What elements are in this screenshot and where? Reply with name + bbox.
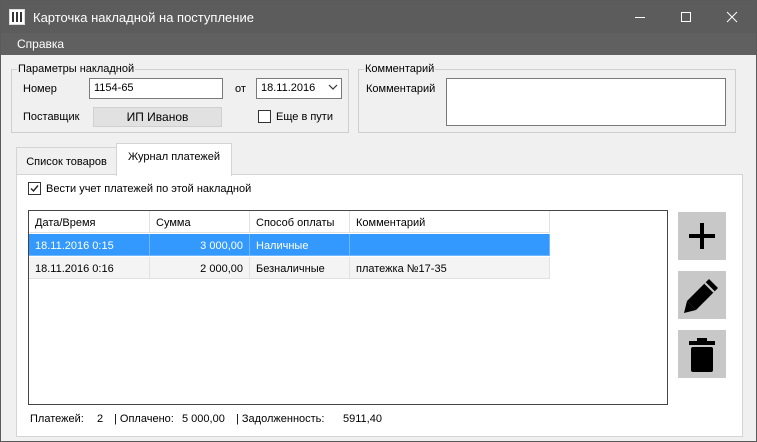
edit-icon bbox=[684, 279, 718, 313]
window-title: Карточка накладной на поступление bbox=[33, 10, 254, 25]
number-label: Номер bbox=[23, 83, 57, 95]
column-header-datetime[interactable]: Дата/Время bbox=[29, 211, 150, 233]
table-row[interactable]: 18.11.2016 0:15 3 000,00 Наличные bbox=[29, 234, 550, 256]
invoice-card-window: Карточка накладной на поступление Справк… bbox=[0, 0, 757, 442]
column-header-comment[interactable]: Комментарий bbox=[350, 211, 550, 233]
status-debt-value: 5911,40 bbox=[343, 413, 382, 425]
add-payment-button[interactable] bbox=[678, 212, 726, 260]
menu-bar: Справка bbox=[1, 33, 756, 55]
comment-legend: Комментарий bbox=[365, 63, 435, 75]
tab-payments-journal[interactable]: Журнал платежей bbox=[116, 143, 232, 176]
cell-amount: 2 000,00 bbox=[150, 257, 250, 279]
tab-products[interactable]: Список товаров bbox=[16, 147, 117, 174]
close-button[interactable] bbox=[709, 1, 755, 33]
maximize-button[interactable] bbox=[663, 1, 709, 33]
date-value: 18.11.2016 bbox=[261, 82, 316, 94]
date-label: от bbox=[235, 83, 246, 95]
maximize-icon bbox=[681, 12, 691, 22]
payments-grid[interactable]: Дата/Время Сумма Способ оплаты Комментар… bbox=[28, 210, 668, 405]
cell-datetime: 18.11.2016 0:15 bbox=[29, 234, 150, 256]
comment-textarea[interactable] bbox=[446, 78, 726, 126]
cell-method: Безналичные bbox=[250, 257, 350, 279]
cell-amount: 3 000,00 bbox=[150, 234, 250, 256]
track-payments-label: Вести учет платежей по этой накладной bbox=[46, 183, 252, 195]
chevron-down-icon bbox=[328, 84, 338, 90]
add-icon bbox=[689, 223, 715, 249]
column-header-amount[interactable]: Сумма bbox=[150, 211, 250, 233]
edit-payment-button[interactable] bbox=[678, 271, 726, 319]
app-icon bbox=[9, 9, 25, 25]
supplier-label: Поставщик bbox=[23, 111, 80, 123]
supplier-button[interactable]: ИП Иванов bbox=[93, 107, 222, 127]
number-input[interactable]: 1154-65 bbox=[89, 78, 223, 99]
status-paid-value: 5 000,00 bbox=[182, 413, 225, 425]
table-row[interactable]: 18.11.2016 0:16 2 000,00 Безналичные пла… bbox=[29, 257, 550, 279]
in-transit-label: Еще в пути bbox=[276, 111, 333, 123]
cell-comment: платежка №17-35 bbox=[350, 257, 550, 279]
cell-datetime: 18.11.2016 0:16 bbox=[29, 257, 150, 279]
grid-header: Дата/Время Сумма Способ оплаты Комментар… bbox=[29, 211, 550, 233]
comment-label: Комментарий bbox=[366, 83, 436, 95]
column-header-method[interactable]: Способ оплаты bbox=[250, 211, 350, 233]
invoice-params-legend: Параметры накладной bbox=[18, 63, 135, 75]
close-icon bbox=[726, 11, 738, 23]
delete-payment-button[interactable] bbox=[678, 330, 726, 378]
status-paid-label: | Оплачено: bbox=[114, 413, 174, 425]
status-payments-count: 2 bbox=[97, 413, 104, 425]
track-payments-checkbox[interactable] bbox=[28, 182, 41, 195]
menu-item-help[interactable]: Справка bbox=[17, 37, 64, 51]
minimize-button[interactable] bbox=[617, 1, 663, 33]
title-bar[interactable]: Карточка накладной на поступление bbox=[1, 1, 756, 33]
status-payments-label: Платежей: bbox=[30, 413, 84, 425]
in-transit-checkbox[interactable] bbox=[258, 110, 271, 123]
minimize-icon bbox=[635, 17, 645, 18]
delete-icon bbox=[689, 338, 715, 372]
checkmark-icon bbox=[30, 185, 39, 193]
cell-method: Наличные bbox=[250, 234, 350, 256]
cell-comment bbox=[350, 234, 550, 256]
date-picker[interactable]: 18.11.2016 bbox=[256, 78, 342, 99]
status-debt-label: | Задолженность: bbox=[236, 413, 325, 425]
